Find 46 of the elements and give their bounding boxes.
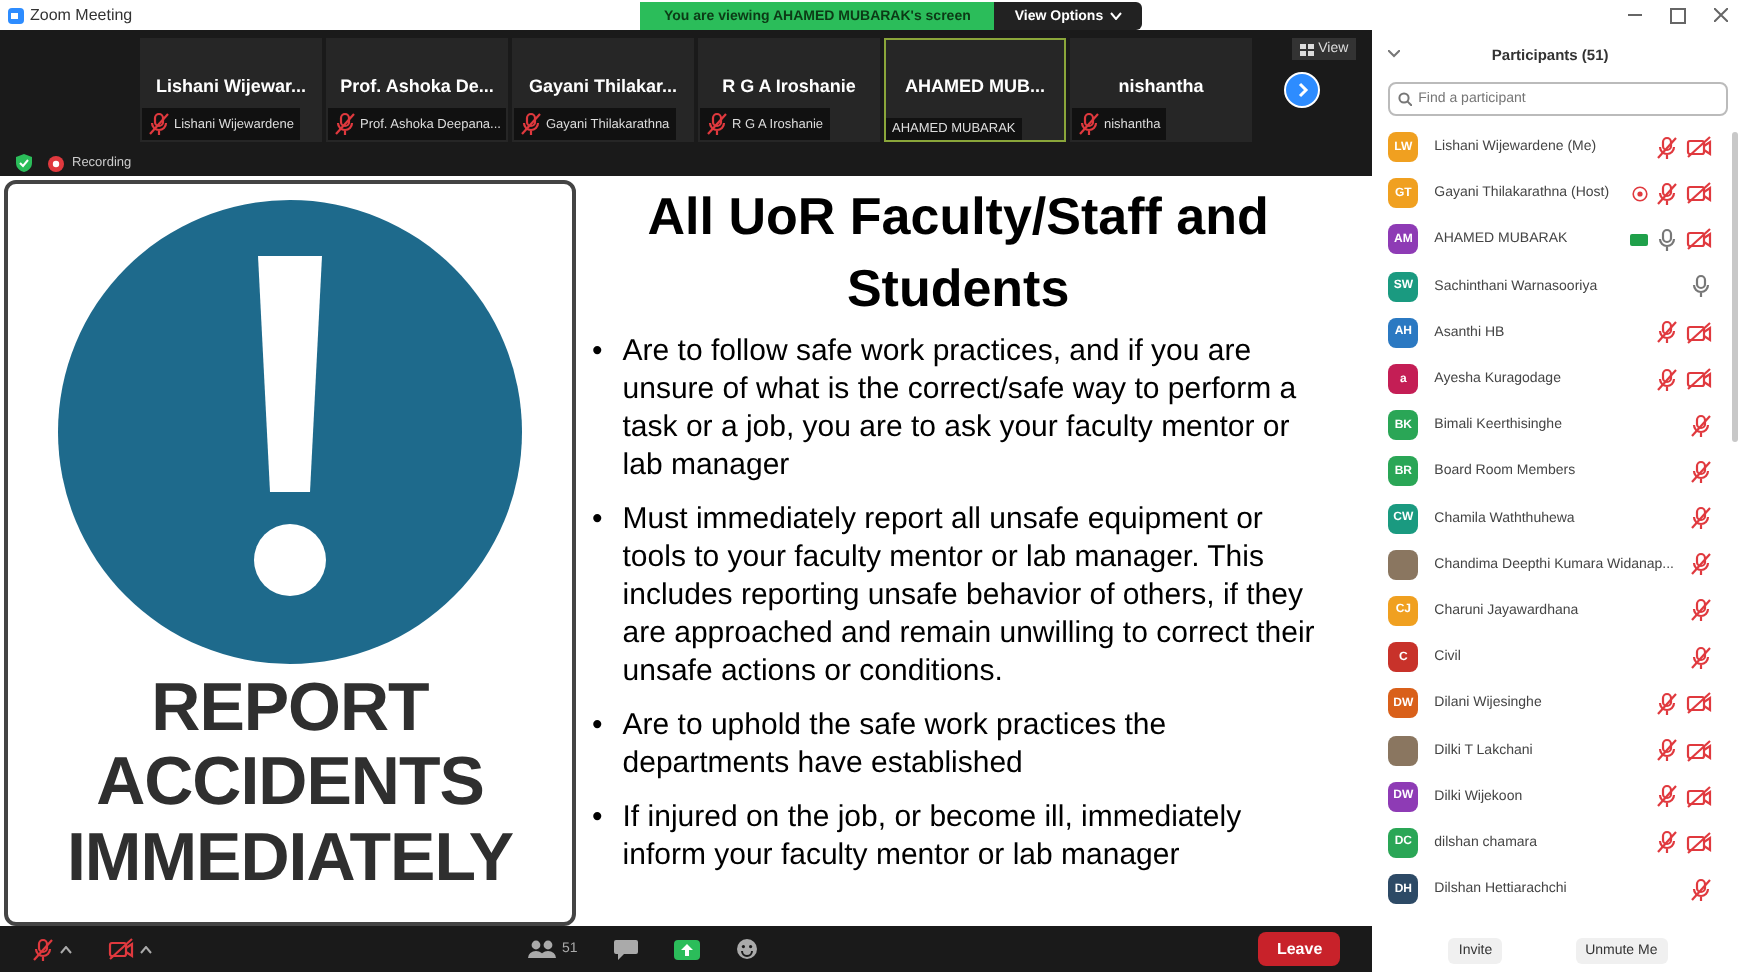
collapse-icon[interactable] — [1388, 50, 1401, 58]
sign-text: IMMEDIATELY — [66, 821, 514, 897]
tile-name: nishantha — [1116, 76, 1206, 96]
tile-name: Prof. Ashoka De... — [338, 76, 496, 96]
photo-placeholder — [1388, 549, 1419, 580]
video-off-icon — [108, 938, 134, 960]
exclamation-icon — [58, 200, 522, 664]
slide-bullet: Are to uphold the safe work practices the departments have established — [622, 706, 1169, 782]
share-screen-icon[interactable] — [673, 939, 700, 959]
tile-name: AHAMED MUB... — [903, 76, 1047, 96]
slide-bullet: Must immediately report all unsafe equipment or tools to your faculty mentor or lab manager. This includes reporting unsafe behavior of others, if they are approached and remain unwilling to correct their unsafe actions or conditions. — [622, 500, 1317, 690]
tile-name: Lishani Wijewar... — [154, 76, 308, 96]
slide-bullet: Are to follow safe work practices, and if you are unsure of what is the correct/safe way to perform a task or a job, you are to ask your faculty mentor or lab manager — [622, 332, 1299, 484]
chat-icon[interactable] — [613, 939, 638, 959]
leave-button[interactable]: Leave — [1258, 932, 1341, 966]
muted-mic-icon — [706, 112, 728, 136]
muted-mic-icon — [148, 112, 170, 136]
chevron-icon — [1294, 82, 1310, 98]
people-icon — [528, 940, 556, 958]
photo-placeholder — [1388, 735, 1419, 766]
slide-title: All UoR Faculty/Staff and Students — [645, 184, 1271, 322]
bullet-marker: • — [592, 500, 603, 540]
bullet-marker: • — [592, 706, 603, 746]
muted-mic-icon — [520, 112, 542, 136]
bullet-marker: • — [592, 798, 603, 838]
tile-name: Gayani Thilakar... — [526, 76, 680, 96]
caret-icon[interactable] — [140, 945, 152, 953]
search-icon — [1398, 92, 1413, 106]
next-page-button[interactable] — [1284, 72, 1320, 108]
app-logo-icon — [8, 7, 24, 23]
shield-icon — [16, 154, 32, 172]
slide-bullet: If injured on the job, or become ill, immediately inform your faculty mentor or lab manager — [622, 798, 1244, 874]
maximize-icon[interactable] — [1670, 7, 1686, 23]
recording-icon — [48, 155, 64, 171]
bullet-marker: • — [592, 332, 603, 372]
grid-icon — [1300, 43, 1315, 55]
close-icon[interactable] — [1714, 8, 1728, 22]
tile-name: R G A Iroshanie — [720, 76, 858, 96]
sign-text: ACCIDENTS — [94, 746, 486, 822]
chevron-icon — [1109, 12, 1122, 20]
muted-mic-icon — [334, 112, 356, 136]
caret-icon[interactable] — [60, 945, 72, 953]
sign-text: REPORT — [149, 672, 431, 747]
muted-mic-icon — [1078, 112, 1100, 136]
reactions-icon[interactable] — [735, 938, 758, 960]
window-title: Zoom Meeting — [30, 6, 133, 24]
